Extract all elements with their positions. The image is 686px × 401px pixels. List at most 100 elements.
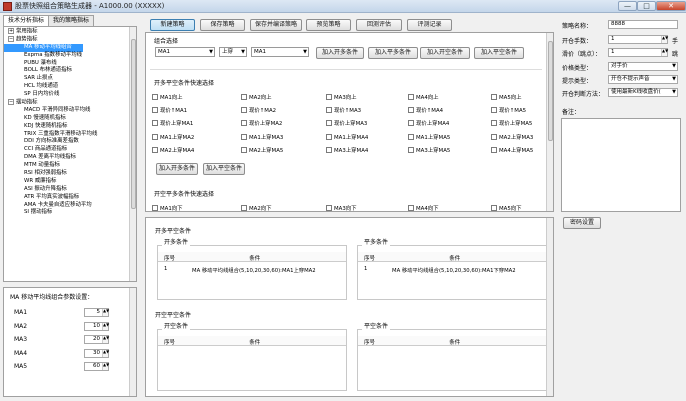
spin-arrows-icon[interactable]: ▲▼ [102,336,109,343]
toolbar-button-0[interactable]: 新建策略 [150,19,195,31]
quick-checkbox-short[interactable]: MA3向下 [326,205,357,211]
checkbox-box[interactable] [491,205,497,211]
param-value-input[interactable]: 5 ▲▼ [84,308,109,317]
field-input-0[interactable]: 8888 [608,20,678,29]
tree-item[interactable]: MACD 平滑异同移动平均线 [4,107,90,115]
quick-checkbox[interactable]: 现价↑MA5 [491,107,526,115]
quick-checkbox-short[interactable]: MA2向下 [241,205,272,211]
condition-scroll-thumb[interactable] [548,41,553,141]
tree-item[interactable]: DMA 差离平均线指标 [4,154,83,162]
quick-checkbox[interactable]: 现价上穿MA2 [241,120,282,128]
quick-checkbox[interactable]: 现价↑MA4 [408,107,443,115]
quick-checkbox[interactable]: MA1上穿MA4 [326,133,368,142]
add-condition-button-1[interactable]: 加入平多条件 [368,47,418,59]
toolbar-button-2[interactable]: 保存并编译策略 [250,19,302,31]
quick-checkbox-short[interactable]: MA4向下 [408,205,439,211]
checkbox-box[interactable] [408,120,414,127]
add-condition-button-0[interactable]: 加入开多条件 [316,47,364,59]
quick-checkbox[interactable]: MA1向上 [152,94,183,102]
quick-checkbox[interactable]: 现价↑MA2 [241,107,276,115]
quick-checkbox[interactable]: MA1上穿MA3 [241,133,283,142]
table-row[interactable]: 1 MA 移动平均线组合(5,10,20,30,60):MA1上穿MA2 [158,266,346,275]
checkbox-box[interactable] [326,133,332,140]
spin-arrows-icon[interactable]: ▲▼ [102,322,109,330]
param-value-input[interactable]: 60 ▲▼ [84,362,109,371]
checkbox-box[interactable] [408,94,414,100]
tree-scrollbar[interactable] [129,27,136,281]
checkbox-box[interactable] [326,107,332,114]
checkbox-box[interactable] [491,94,497,100]
minimize-button[interactable]: — [618,1,637,11]
checkbox-box[interactable] [491,133,497,140]
quick-checkbox[interactable]: MA3上穿MA4 [326,146,368,155]
quick-checkbox[interactable]: MA1上穿MA5 [408,133,450,142]
spin-arrows-icon[interactable]: ▲▼ [661,49,668,56]
add-condition-button-2[interactable]: 加入开空条件 [420,47,470,59]
quick-checkbox[interactable]: 现价上穿MA5 [491,120,532,128]
tree-item[interactable]: WR 威廉指标 [4,178,83,186]
relation-select[interactable]: 上穿 ▼ [219,47,247,57]
tree-scroll-thumb[interactable] [131,39,136,209]
checkbox-box[interactable] [408,107,414,114]
tree-item[interactable]: ATR 平均真实波幅指标 [4,194,83,202]
quick-checkbox[interactable]: 现价上穿MA4 [408,120,449,128]
quick-checkbox[interactable]: 现价上穿MA1 [152,120,193,128]
add-long-open-button[interactable]: 加入开多条件 [156,163,198,175]
summary-scrollbar[interactable] [546,218,553,396]
checkbox-box[interactable] [408,146,414,153]
table-row[interactable]: 1 MA 移动平均线组合(5,10,20,30,60):MA1下穿MA2 [358,266,546,275]
tree-expander-icon[interactable]: − [8,99,14,106]
field-input-3[interactable]: 对手价 ▼ [608,62,678,71]
checkbox-box[interactable] [408,205,414,211]
quick-checkbox[interactable]: MA2向上 [241,94,272,102]
checkbox-box[interactable] [152,205,158,211]
spin-arrows-icon[interactable]: ▲▼ [661,36,668,43]
quick-checkbox[interactable]: MA1上穿MA2 [152,133,194,142]
toolbar-button-1[interactable]: 保存策略 [200,19,245,31]
indicator-select-1[interactable]: MA1 ▼ [155,47,215,57]
close-button[interactable]: ✕ [656,1,686,11]
quick-checkbox[interactable]: MA5向上 [491,94,522,102]
add-short-close-button[interactable]: 加入平空条件 [203,163,245,175]
checkbox-box[interactable] [152,107,158,114]
quick-checkbox[interactable]: MA3向上 [326,94,357,102]
checkbox-box[interactable] [152,146,158,153]
checkbox-box[interactable] [241,133,247,140]
quick-checkbox[interactable]: MA3上穿MA5 [408,146,450,155]
indicator-select-2[interactable]: MA1 ▼ [251,47,309,57]
param-scrollbar[interactable] [129,288,136,396]
add-condition-button-3[interactable]: 加入平空条件 [474,47,524,59]
quick-checkbox-short[interactable]: MA5向下 [491,205,522,211]
checkbox-box[interactable] [491,120,497,127]
quick-checkbox[interactable]: MA2上穿MA4 [152,146,194,155]
tab-technical-indicators[interactable]: 技术分析指标 [3,15,50,26]
checkbox-box[interactable] [326,146,332,153]
tree-item[interactable]: KD 慢速随机指标 [4,115,83,123]
checkbox-box[interactable] [241,120,247,127]
field-input-2[interactable]: 1 ▲▼ [608,48,668,57]
note-textarea[interactable] [561,118,681,212]
checkbox-box[interactable] [326,94,332,100]
quick-checkbox[interactable]: MA2上穿MA3 [491,133,533,142]
param-value-input[interactable]: 20 ▲▼ [84,335,109,344]
tree-item[interactable]: − 摆动指标 [4,99,136,107]
toolbar-button-4[interactable]: 回测评估 [356,19,402,31]
quick-checkbox[interactable]: MA4上穿MA5 [491,146,533,155]
checkbox-box[interactable] [241,94,247,100]
tree-item[interactable]: SP 日内均价线 [4,91,83,99]
checkbox-box[interactable] [491,107,497,114]
condition-scrollbar[interactable] [546,33,553,211]
quick-checkbox[interactable]: MA2上穿MA5 [241,146,283,155]
checkbox-box[interactable] [241,107,247,114]
tree-item[interactable]: SI 摆动指标 [4,209,83,217]
checkbox-box[interactable] [491,146,497,153]
checkbox-box[interactable] [241,146,247,153]
checkbox-box[interactable] [408,133,414,140]
toolbar-button-3[interactable]: 预览策略 [306,19,351,31]
checkbox-box[interactable] [241,205,247,211]
tree-item[interactable]: RSI 相对强弱指标 [4,170,83,178]
param-value-input[interactable]: 30 ▲▼ [84,348,109,358]
checkbox-box[interactable] [152,133,158,140]
spin-arrows-icon[interactable]: ▲▼ [102,363,109,370]
tree-item[interactable]: ASI 振动升降指标 [4,186,83,194]
